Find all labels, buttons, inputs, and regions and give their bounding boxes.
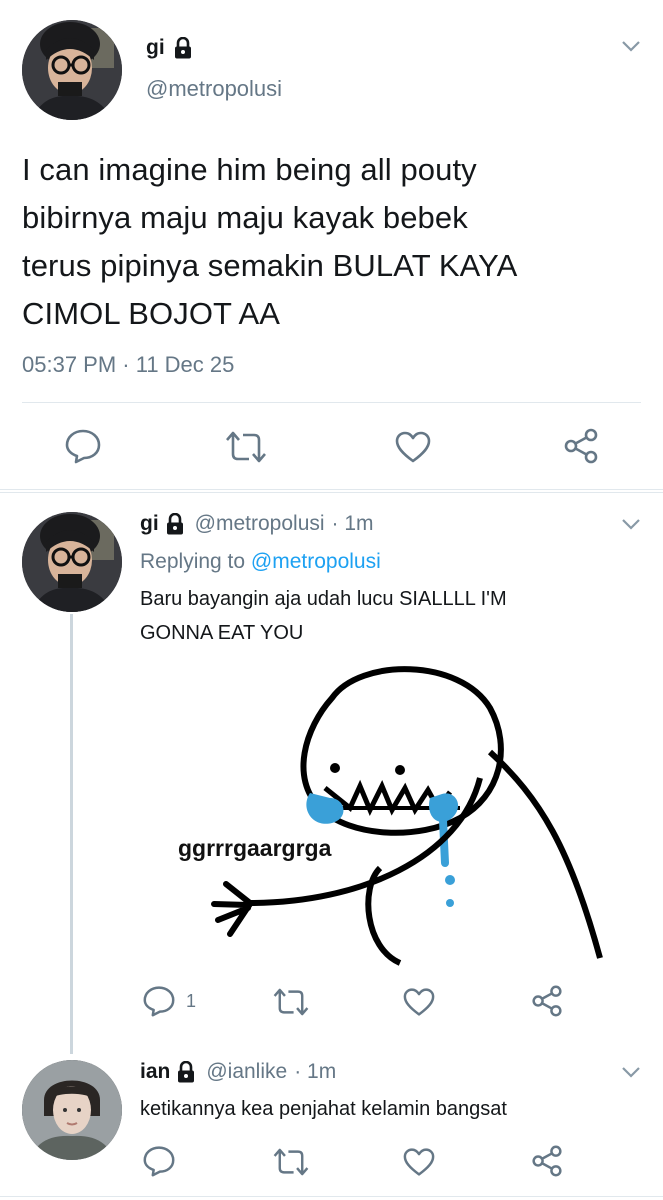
reply-icon [142, 985, 176, 1017]
author-name[interactable]: gi [140, 510, 159, 538]
replying-handle-link[interactable]: @metropolusi [251, 550, 381, 573]
reply-button[interactable]: 1 [142, 985, 196, 1017]
tweet-text-line: terus pipinya semakin BULAT KAYA [22, 248, 518, 283]
author-handle[interactable]: @metropolusi [195, 510, 325, 538]
meme-drawing: ggrrrgaargrga [160, 658, 640, 968]
reply-count: 1 [186, 990, 197, 1011]
retweet-button[interactable] [224, 430, 268, 464]
retweet-button[interactable] [272, 987, 310, 1017]
reply-text: Baru bayangin aja udah lucu SIALLLL I'M … [140, 582, 650, 650]
reply-text: ketikannya kea penjahat kelamin bangsat [140, 1098, 507, 1120]
reply-icon [142, 1145, 176, 1177]
tweet-text-line: CIMOL BOJOT AA [22, 296, 281, 331]
replying-prefix: Replying to [140, 550, 246, 573]
reply-text-line: GONNA EAT YOU [140, 622, 304, 644]
author-row: gi [146, 36, 193, 60]
like-button[interactable] [402, 987, 436, 1017]
lock-icon [176, 1061, 196, 1083]
chevron-down-icon[interactable] [620, 516, 642, 532]
author-handle[interactable]: @ianlike [206, 1058, 287, 1086]
divider [0, 1196, 663, 1197]
chevron-down-icon[interactable] [620, 38, 642, 54]
reply-author-row: ian @ianlike · 1m [140, 1058, 336, 1086]
retweet-button[interactable] [272, 1147, 310, 1177]
thread-line [70, 614, 73, 1054]
share-button[interactable] [530, 985, 564, 1017]
share-icon [562, 428, 600, 464]
reply-time[interactable]: · 1m [332, 510, 374, 538]
like-button[interactable] [402, 1147, 436, 1177]
retweet-icon [272, 1147, 310, 1177]
like-icon [402, 1147, 436, 1177]
section-divider [0, 489, 663, 490]
tweet-text-line: bibirnya maju maju kayak bebek [22, 200, 468, 235]
replying-to: Replying to @metropolusi [140, 548, 381, 576]
reply-button[interactable] [142, 1145, 176, 1177]
lock-icon [165, 513, 185, 535]
chevron-down-icon[interactable] [620, 1064, 642, 1080]
like-button[interactable] [394, 430, 432, 464]
like-icon [402, 987, 436, 1017]
share-icon [530, 985, 564, 1017]
share-button[interactable] [530, 1145, 564, 1177]
divider [22, 402, 641, 403]
retweet-icon [272, 987, 310, 1017]
tweet-image[interactable]: ggrrrgaargrga [160, 658, 640, 968]
reply-time[interactable]: · 1m [294, 1058, 336, 1086]
like-icon [394, 430, 432, 464]
reply-author-row: gi @metropolusi · 1m [140, 510, 374, 538]
section-divider [0, 492, 663, 493]
lock-icon [173, 37, 193, 59]
retweet-icon [224, 430, 268, 464]
share-button[interactable] [562, 428, 600, 464]
tweet-text: I can imagine him being all pouty bibirn… [22, 146, 652, 338]
avatar[interactable] [22, 20, 122, 120]
reply-icon [64, 428, 102, 464]
meme-caption: ggrrrgaargrga [178, 835, 332, 861]
avatar[interactable] [22, 512, 122, 612]
reply-button[interactable] [64, 428, 102, 464]
share-icon [530, 1145, 564, 1177]
reply-text-line: Baru bayangin aja udah lucu SIALLLL I'M [140, 588, 507, 610]
avatar[interactable] [22, 1060, 122, 1160]
author-name[interactable]: ian [140, 1058, 170, 1086]
author-handle[interactable]: @metropolusi [146, 76, 282, 102]
tweet-timestamp[interactable]: 05:37 PM · 11 Dec 25 [22, 352, 234, 378]
author-name[interactable]: gi [146, 36, 165, 60]
tweet-text-line: I can imagine him being all pouty [22, 152, 477, 187]
